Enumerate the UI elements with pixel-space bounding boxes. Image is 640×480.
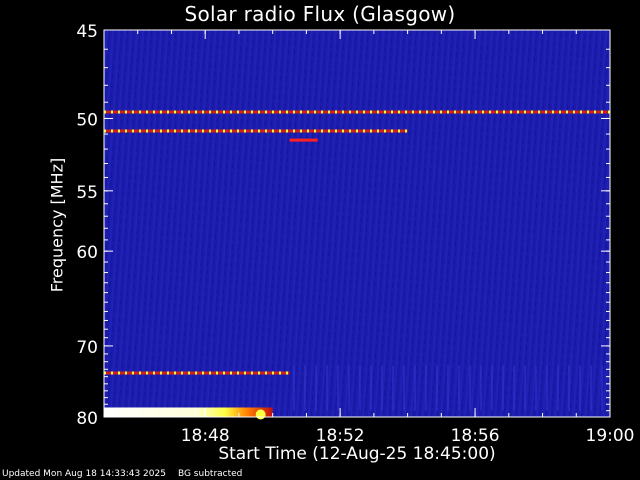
plot-background [104, 30, 610, 417]
burst-mark [104, 407, 273, 417]
y-axis-label: Frequency [MHz] [47, 157, 67, 293]
x-tick-label: 19:00 [586, 426, 635, 446]
x-tick-label: 18:52 [316, 426, 365, 446]
chart-title: Solar radio Flux (Glasgow) [184, 2, 456, 26]
y-tick-label: 50 [76, 110, 98, 130]
spectrogram-chart: 455055607080 18:48 18:52 18:56 19:00 [76, 22, 635, 446]
x-axis-label: Start Time (12-Aug-25 18:45:00) [218, 444, 496, 464]
y-tick-label: 70 [76, 338, 98, 358]
footer-updated: Updated Mon Aug 18 14:33:43 2025 [2, 469, 166, 479]
burst-hotspot-mark [255, 409, 266, 420]
x-tick-label: 18:48 [181, 426, 230, 446]
y-tick-label: 55 [76, 183, 98, 203]
x-tick-label: 18:56 [451, 426, 500, 446]
y-tick-label: 80 [76, 409, 98, 429]
y-tick-label: 60 [76, 243, 98, 263]
footer-note: BG subtracted [177, 469, 243, 479]
footer: Updated Mon Aug 18 14:33:43 2025 BG subtr… [2, 469, 254, 479]
